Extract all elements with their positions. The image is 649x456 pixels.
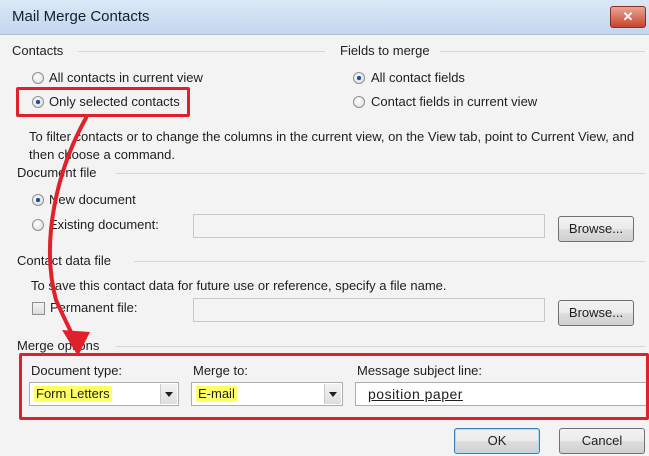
annotation-arrow-line	[48, 116, 88, 340]
annotation-arrow	[48, 116, 90, 356]
annotation-arrowhead	[62, 330, 90, 356]
